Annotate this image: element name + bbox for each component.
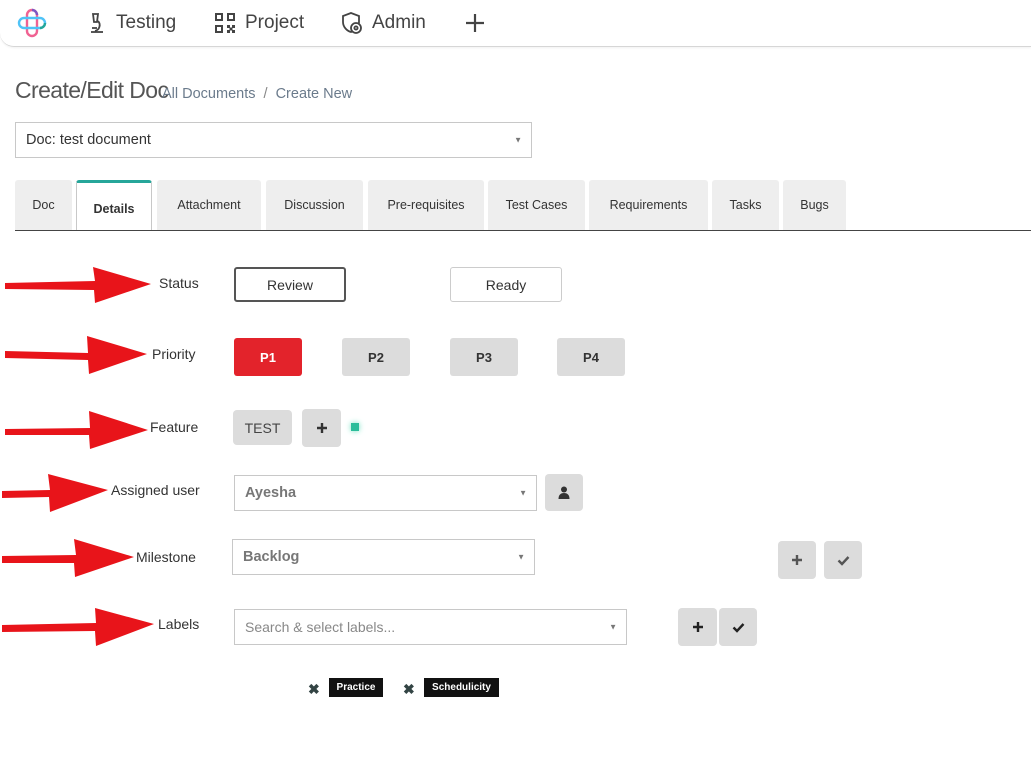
- breadcrumb-all-documents[interactable]: All Documents: [162, 86, 255, 102]
- feature-chip[interactable]: TEST: [233, 410, 292, 445]
- status-ready-button[interactable]: Ready: [450, 267, 562, 302]
- milestone-value: Backlog: [243, 549, 300, 565]
- add-feature-button[interactable]: [302, 409, 341, 447]
- chevron-down-icon: ▼: [519, 488, 527, 498]
- red-arrow-icon: [2, 539, 134, 577]
- labels-search-input[interactable]: Search & select labels... ▼: [234, 609, 627, 645]
- confirm-label-button[interactable]: [719, 608, 757, 646]
- page-title: Create/Edit Doc: [15, 77, 169, 103]
- tab-discussion-label: Discussion: [284, 198, 345, 212]
- priority-p2-button[interactable]: P2: [342, 338, 410, 376]
- tab-prerequisites[interactable]: Pre-requisites: [368, 180, 484, 230]
- add-icon[interactable]: [462, 10, 488, 36]
- breadcrumb: All Documents / Create New: [162, 86, 352, 102]
- tabs-divider: [15, 230, 1031, 231]
- check-icon: [837, 555, 849, 566]
- red-arrow-icon: [5, 267, 151, 303]
- chevron-down-icon: ▼: [517, 552, 525, 562]
- breadcrumb-separator: /: [263, 86, 268, 102]
- user-icon: [558, 486, 570, 499]
- tab-doc[interactable]: Doc: [15, 180, 72, 230]
- assigned-user-label: Assigned user: [111, 482, 200, 498]
- tab-details[interactable]: Details: [76, 180, 152, 231]
- microscope-icon: [84, 11, 108, 35]
- assigned-user-value: Ayesha: [245, 485, 297, 501]
- tab-attachment[interactable]: Attachment: [157, 180, 261, 230]
- milestone-select[interactable]: Backlog ▼: [232, 539, 535, 575]
- feature-label: Feature: [150, 419, 199, 435]
- top-navbar: Testing Project Admin: [0, 0, 1031, 47]
- status-review-button[interactable]: Review: [234, 267, 346, 302]
- label-tag: Practice: [329, 678, 383, 697]
- tab-requirements[interactable]: Requirements: [589, 180, 708, 230]
- red-arrow-icon: [2, 608, 154, 646]
- priority-p3-button[interactable]: P3: [450, 338, 518, 376]
- chevron-down-icon: ▼: [609, 622, 617, 632]
- plus-icon: [692, 622, 703, 632]
- chevron-down-icon: ▼: [514, 135, 522, 145]
- priority-p1-button[interactable]: P1: [234, 338, 302, 376]
- label-tag: Schedulicity: [424, 678, 499, 697]
- breadcrumb-create-new[interactable]: Create New: [276, 86, 353, 102]
- nav-testing-label: Testing: [116, 12, 177, 33]
- nav-project-label: Project: [245, 12, 305, 33]
- qr-code-icon: [213, 11, 237, 35]
- tab-test-cases[interactable]: Test Cases: [488, 180, 585, 230]
- confirm-milestone-button[interactable]: [824, 541, 862, 579]
- tab-bugs[interactable]: Bugs: [783, 180, 846, 230]
- red-arrow-icon: [5, 411, 148, 449]
- red-arrow-icon: [5, 336, 147, 374]
- tab-prerequisites-label: Pre-requisites: [387, 198, 465, 212]
- plus-icon: [792, 555, 802, 565]
- assigned-user-select[interactable]: Ayesha ▼: [234, 475, 537, 511]
- red-arrow-icon: [2, 474, 108, 512]
- nav-admin-label: Admin: [372, 12, 426, 33]
- tab-tasks-label: Tasks: [729, 198, 762, 212]
- tab-details-label: Details: [93, 201, 135, 216]
- nav-project[interactable]: Project: [213, 0, 304, 46]
- labels-placeholder: Search & select labels...: [245, 619, 396, 635]
- remove-tag-icon[interactable]: ✖: [308, 681, 320, 698]
- tab-discussion[interactable]: Discussion: [266, 180, 363, 230]
- check-icon: [732, 622, 744, 633]
- add-label-button[interactable]: [678, 608, 717, 646]
- shield-gear-icon: [340, 11, 364, 35]
- add-milestone-button[interactable]: [778, 541, 816, 579]
- milestone-label: Milestone: [136, 549, 196, 565]
- nav-admin[interactable]: Admin: [340, 0, 426, 46]
- assign-user-button[interactable]: [545, 474, 583, 511]
- priority-p4-button[interactable]: P4: [557, 338, 625, 376]
- tab-test-cases-label: Test Cases: [505, 198, 568, 212]
- doc-select[interactable]: Doc: test document ▼: [15, 122, 532, 158]
- tab-bugs-label: Bugs: [800, 198, 829, 212]
- tab-tasks[interactable]: Tasks: [712, 180, 779, 230]
- nav-testing[interactable]: Testing: [84, 0, 176, 46]
- labels-label: Labels: [158, 616, 200, 632]
- plus-icon: [316, 423, 327, 433]
- status-indicator-dot: [351, 423, 359, 431]
- tab-attachment-label: Attachment: [177, 198, 241, 212]
- app-logo[interactable]: [17, 8, 47, 38]
- status-label: Status: [159, 275, 199, 291]
- tab-doc-label: Doc: [32, 198, 55, 212]
- remove-tag-icon[interactable]: ✖: [403, 681, 415, 698]
- priority-label: Priority: [152, 346, 196, 362]
- tab-requirements-label: Requirements: [609, 198, 688, 212]
- doc-select-value: Doc: test document: [26, 132, 151, 148]
